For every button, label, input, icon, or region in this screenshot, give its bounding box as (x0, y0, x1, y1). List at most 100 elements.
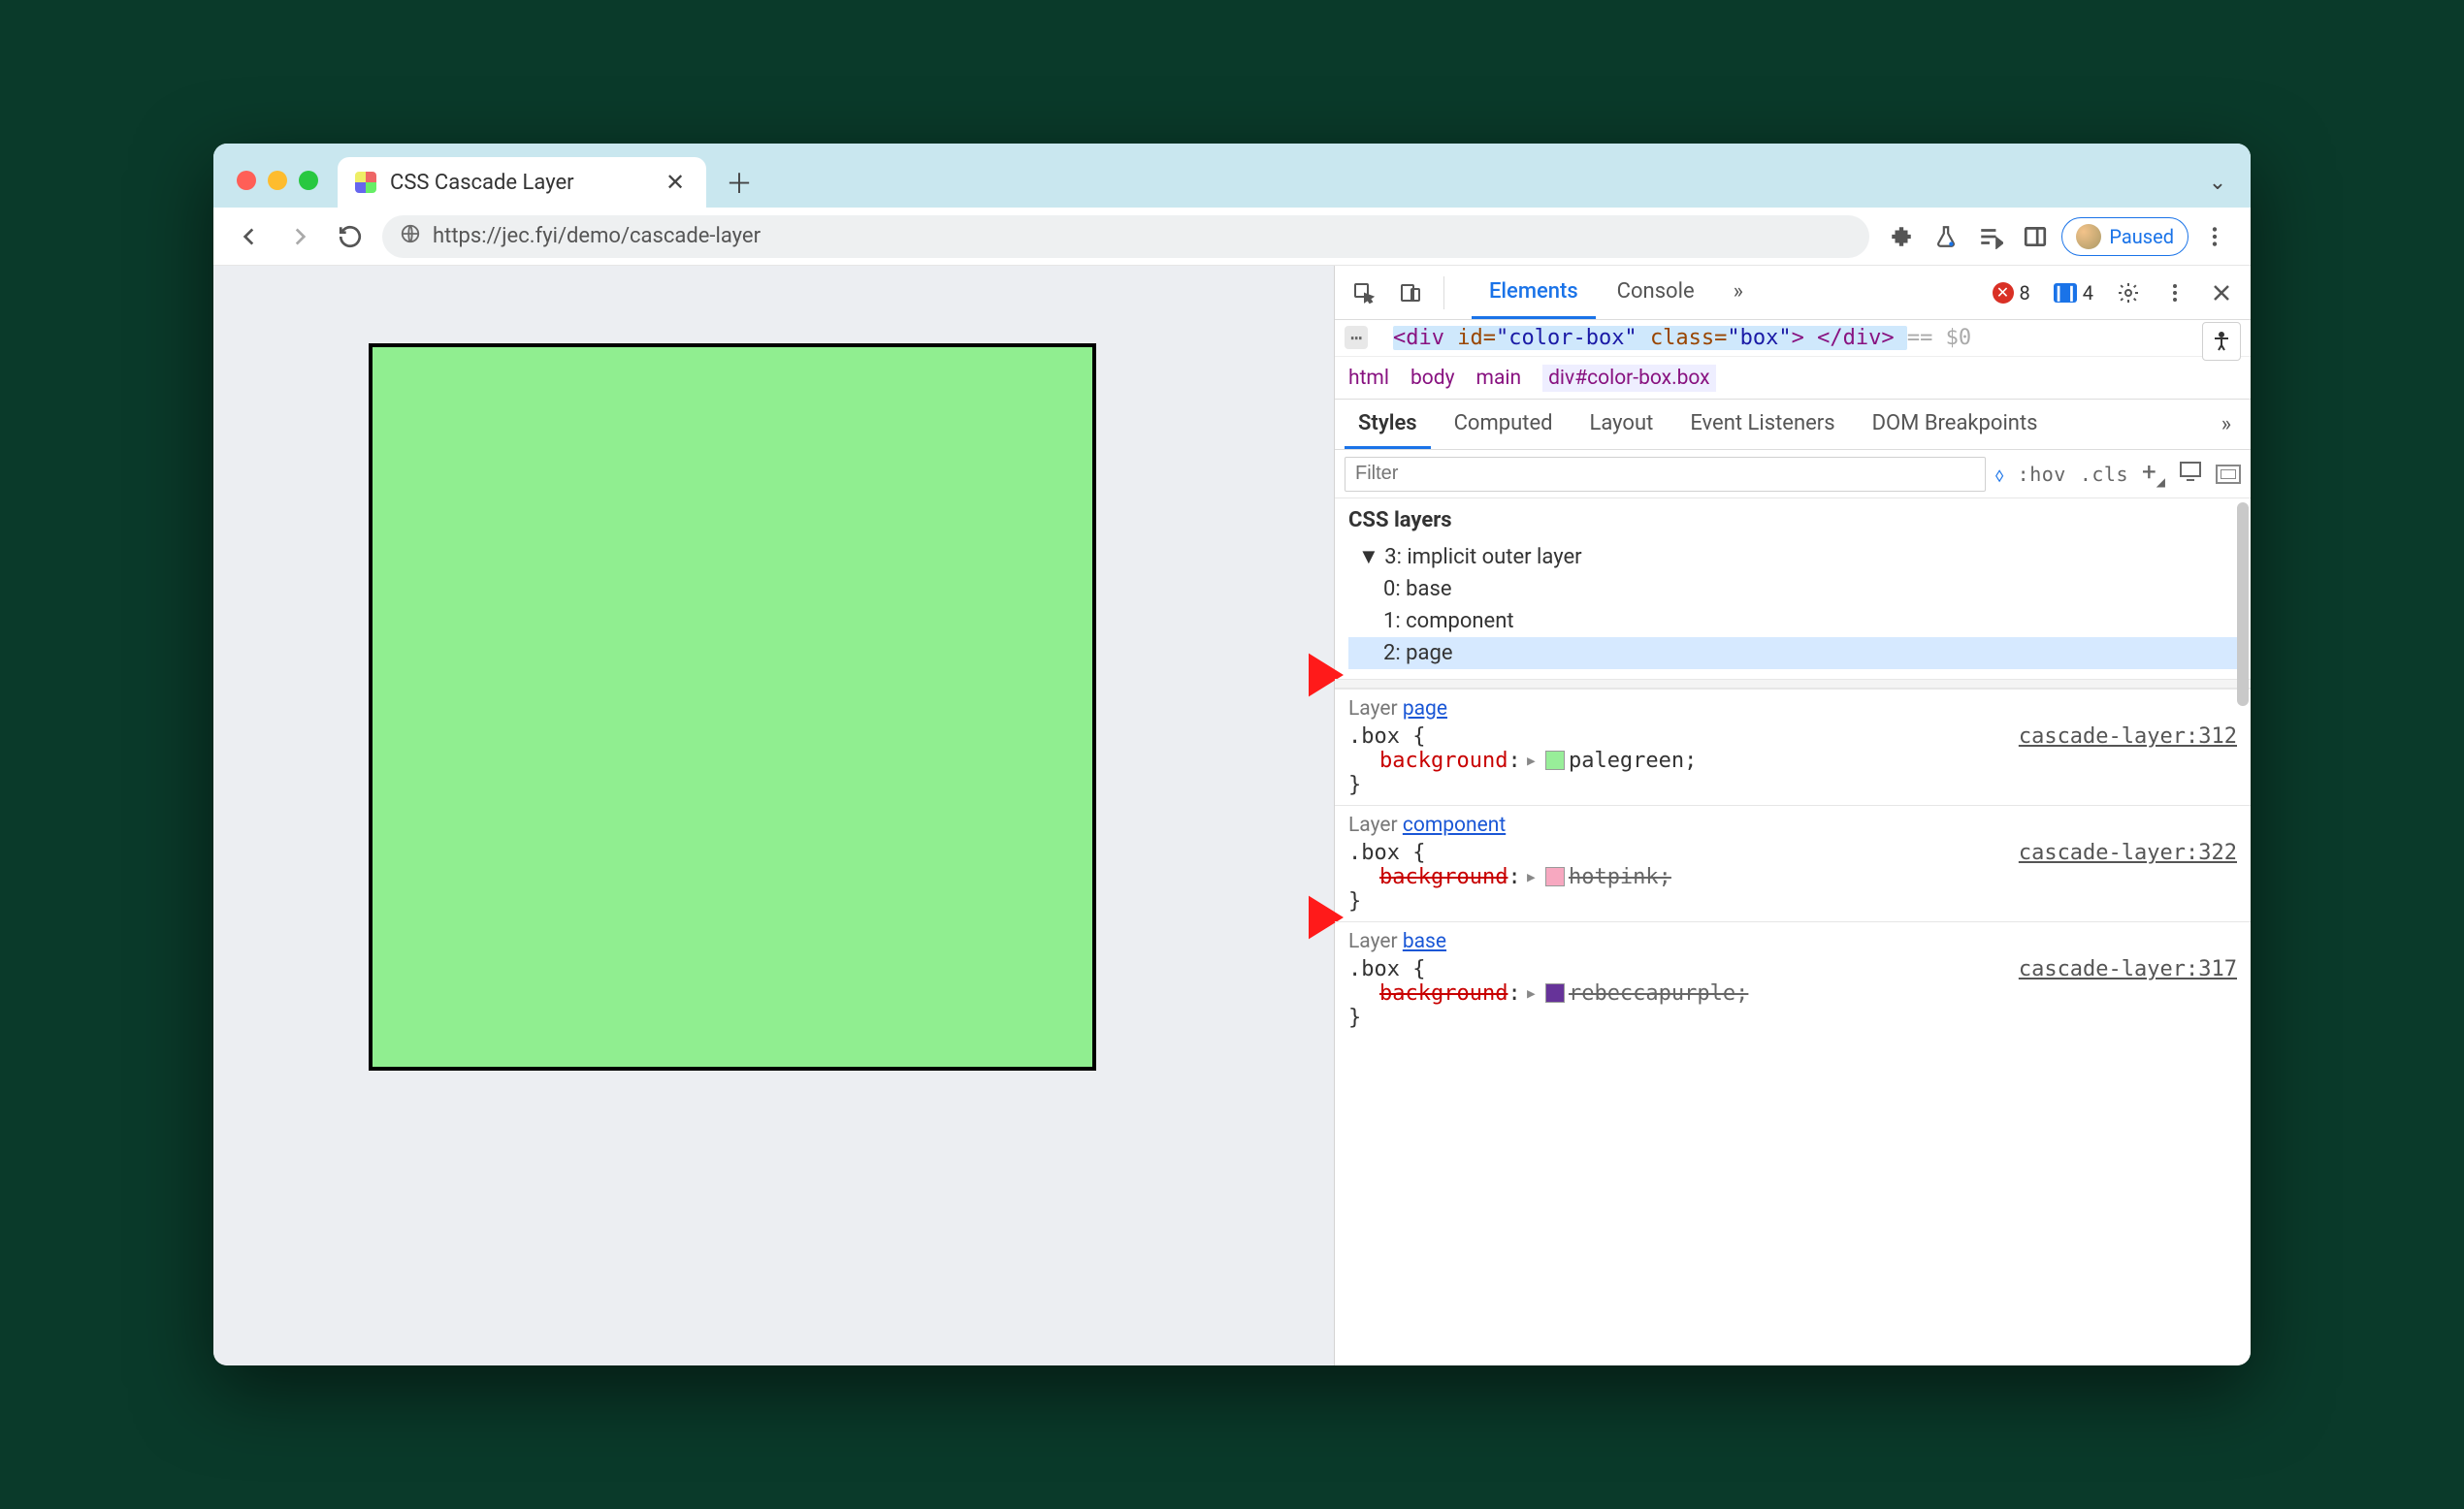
extensions-icon[interactable] (1883, 218, 1920, 255)
content-area: Elements Console » ✕8 ❙❙4 ⋯ <div id="col… (213, 266, 2251, 1365)
site-info-icon[interactable] (400, 223, 421, 250)
cls-toggle[interactable]: .cls (2080, 463, 2128, 486)
window-controls (225, 171, 330, 208)
panel-icon[interactable] (2017, 218, 2054, 255)
styles-tab-event-listeners[interactable]: Event Listeners (1676, 400, 1848, 449)
style-rule[interactable]: Layer base .box { cascade-layer:317 back… (1335, 921, 2251, 1038)
layer-link[interactable]: component (1403, 814, 1506, 837)
device-toggle-button[interactable] (1391, 273, 1430, 312)
maximize-window-button[interactable] (299, 171, 318, 190)
close-tab-button[interactable]: ✕ (662, 169, 689, 196)
browser-tab[interactable]: CSS Cascade Layer ✕ (338, 157, 706, 208)
styles-tabs-overflow[interactable]: » (2212, 412, 2241, 436)
styles-filter-input[interactable] (1345, 457, 1986, 492)
scrollbar[interactable] (2237, 502, 2249, 706)
devtools-toolbar: Elements Console » ✕8 ❙❙4 (1335, 266, 2251, 320)
devtools-settings-button[interactable] (2109, 273, 2148, 312)
css-layers-heading: CSS layers (1335, 498, 2251, 538)
tab-elements[interactable]: Elements (1472, 266, 1596, 319)
hov-toggle[interactable]: :hov (2018, 463, 2066, 486)
css-value[interactable]: rebeccapurple; (1569, 981, 1748, 1006)
layers-toggle-icon[interactable]: ⬨ (1995, 463, 2004, 486)
computed-styles-icon[interactable] (2179, 461, 2202, 487)
styles-filter-row: ⬨ :hov .cls +◢ (1335, 450, 2251, 498)
expand-shorthand-icon[interactable]: ▸ (1525, 865, 1538, 889)
tabs-overflow-button[interactable]: » (1716, 266, 1761, 319)
color-swatch[interactable] (1545, 751, 1565, 770)
labs-icon[interactable] (1928, 218, 1964, 255)
errors-badge[interactable]: ✕8 (1985, 281, 2038, 305)
new-style-rule-button[interactable]: +◢ (2142, 458, 2165, 489)
paused-chip[interactable]: Paused (2061, 217, 2188, 256)
breadcrumb-html[interactable]: html (1348, 367, 1389, 390)
titlebar: CSS Cascade Layer ✕ ＋ ⌄ (213, 144, 2251, 208)
rule-selector: .box { (1348, 957, 1425, 981)
styles-tabstrip: Styles Computed Layout Event Listeners D… (1335, 400, 2251, 450)
dom-breadcrumbs: html body main div#color-box.box (1335, 357, 2251, 400)
breadcrumb-selected[interactable]: div#color-box.box (1542, 365, 1716, 392)
breadcrumb-body[interactable]: body (1410, 367, 1455, 390)
selected-element-html[interactable]: ⋯ <div id="color-box" class="box"> </div… (1335, 320, 2251, 357)
layer-tree-root[interactable]: 3: implicit outer layer (1348, 540, 2237, 573)
rule-selector: .box { (1348, 841, 1425, 865)
tab-list-dropdown[interactable]: ⌄ (2196, 161, 2239, 204)
browser-menu-button[interactable] (2196, 218, 2233, 255)
styles-tab-dom-breakpoints[interactable]: DOM Breakpoints (1859, 400, 2052, 449)
layer-tree-item[interactable]: 0: base (1348, 573, 2237, 605)
minimize-window-button[interactable] (268, 171, 287, 190)
css-value[interactable]: palegreen; (1569, 749, 1697, 773)
css-layers-tree: 3: implicit outer layer 0: base 1: compo… (1335, 538, 2251, 679)
css-value[interactable]: hotpink; (1569, 865, 1671, 889)
annotation-arrow-icon (1266, 886, 1344, 948)
devtools-close-button[interactable] (2202, 273, 2241, 312)
profile-avatar (2076, 224, 2101, 249)
color-swatch[interactable] (1545, 867, 1565, 886)
forward-button[interactable] (281, 218, 318, 255)
layer-tree-item[interactable]: 1: component (1348, 605, 2237, 637)
rule-selector: .box { (1348, 724, 1425, 749)
browser-window: CSS Cascade Layer ✕ ＋ ⌄ https://jec.fyi/… (213, 144, 2251, 1365)
layer-tree-item-selected[interactable]: 2: page (1348, 637, 2237, 669)
url-text: https://jec.fyi/demo/cascade-layer (433, 224, 761, 248)
layer-link[interactable]: base (1403, 930, 1446, 953)
css-property[interactable]: background (1379, 749, 1508, 773)
tab-title: CSS Cascade Layer (390, 171, 648, 195)
css-property[interactable]: background (1379, 865, 1508, 889)
error-icon: ✕ (1993, 282, 2014, 304)
rule-source-link[interactable]: cascade-layer:312 (2019, 724, 2237, 749)
styles-tab-layout[interactable]: Layout (1576, 400, 1668, 449)
inspect-element-button[interactable] (1345, 273, 1383, 312)
page-viewport (213, 266, 1334, 1365)
paused-label: Paused (2109, 225, 2174, 248)
expand-shorthand-icon[interactable]: ▸ (1525, 749, 1538, 773)
rule-source-link[interactable]: cascade-layer:322 (2019, 841, 2237, 865)
toggle-sidebar-icon[interactable] (2216, 465, 2241, 484)
urlbar: https://jec.fyi/demo/cascade-layer Pause… (213, 208, 2251, 266)
issues-icon: ❙❙ (2054, 283, 2077, 303)
annotation-arrow-icon (1266, 644, 1344, 706)
devtools-menu-button[interactable] (2156, 273, 2194, 312)
style-rule[interactable]: Layer page .box { cascade-layer:312 back… (1335, 689, 2251, 805)
breadcrumb-main[interactable]: main (1476, 367, 1522, 390)
layer-link[interactable]: page (1403, 697, 1447, 721)
styles-tab-computed[interactable]: Computed (1441, 400, 1567, 449)
new-tab-button[interactable]: ＋ (718, 161, 761, 204)
back-button[interactable] (231, 218, 268, 255)
devtools-panel: Elements Console » ✕8 ❙❙4 ⋯ <div id="col… (1334, 266, 2251, 1365)
collapsed-ancestors-icon[interactable]: ⋯ (1345, 326, 1368, 349)
issues-badge[interactable]: ❙❙4 (2046, 281, 2101, 305)
style-rule[interactable]: Layer component .box { cascade-layer:322… (1335, 805, 2251, 921)
rule-source-link[interactable]: cascade-layer:317 (2019, 957, 2237, 981)
accessibility-icon[interactable] (2202, 322, 2241, 361)
omnibox[interactable]: https://jec.fyi/demo/cascade-layer (382, 215, 1869, 258)
reload-button[interactable] (332, 218, 369, 255)
color-swatch[interactable] (1545, 983, 1565, 1003)
expand-shorthand-icon[interactable]: ▸ (1525, 981, 1538, 1006)
tab-favicon (355, 172, 376, 193)
close-window-button[interactable] (237, 171, 256, 190)
styles-body[interactable]: CSS layers 3: implicit outer layer 0: ba… (1335, 498, 2251, 1365)
styles-tab-styles[interactable]: Styles (1345, 400, 1431, 449)
css-property[interactable]: background (1379, 981, 1508, 1006)
playlist-icon[interactable] (1972, 218, 2009, 255)
tab-console[interactable]: Console (1600, 266, 1712, 319)
